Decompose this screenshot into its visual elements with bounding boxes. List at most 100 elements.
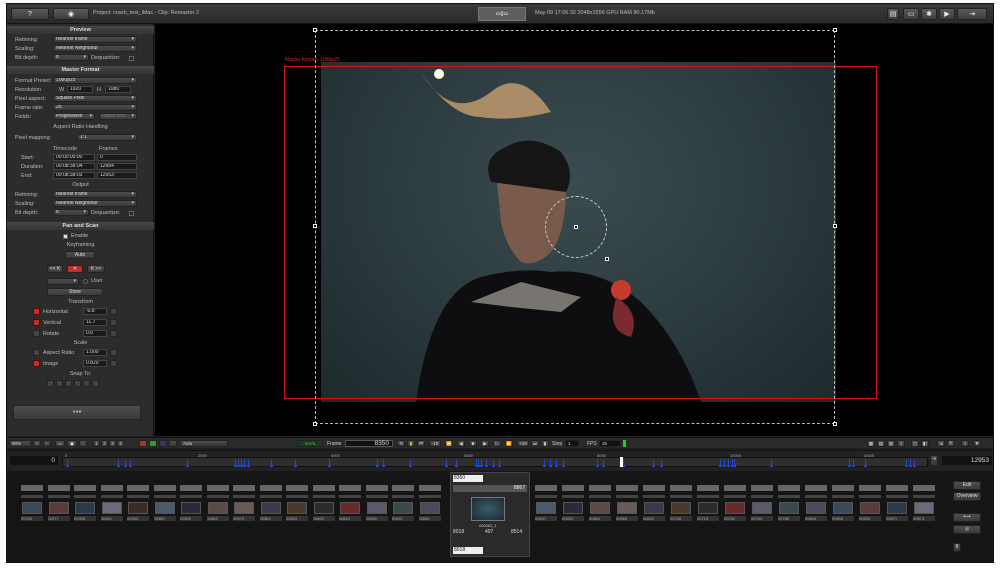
thumbnail[interactable]: 00691 bbox=[643, 485, 665, 521]
red-channel-icon[interactable] bbox=[139, 440, 147, 447]
timeline-end-field[interactable]: 12953 bbox=[941, 455, 993, 466]
thumbnail[interactable]: 00708 bbox=[670, 485, 692, 521]
help-button[interactable]: ? bbox=[11, 8, 49, 20]
fill-icon[interactable]: ▣ bbox=[67, 440, 77, 447]
preview-scaling-select[interactable]: Nearest Neighbour bbox=[53, 45, 137, 52]
output-scaling-select[interactable]: Nearest Neighbour bbox=[53, 200, 137, 207]
thumbnail[interactable]: 00377 bbox=[47, 485, 70, 521]
info-icon[interactable]: ▯ bbox=[897, 440, 905, 447]
step-back-icon[interactable]: ◀ bbox=[457, 440, 465, 447]
format-preset-select[interactable]: 1080p25 bbox=[53, 77, 137, 84]
store-button[interactable]: Store bbox=[47, 288, 103, 296]
playhead[interactable] bbox=[620, 457, 623, 467]
loop-icon[interactable]: ⟲ bbox=[397, 440, 405, 447]
horizontal-reset-icon[interactable] bbox=[110, 308, 117, 315]
preview-bitdepth-select[interactable]: 8 bbox=[53, 54, 89, 61]
thumbnail[interactable]: 00453 bbox=[127, 485, 149, 521]
thumbnail-strip[interactable]: 8350 8867 000082_1 8018 497 8514 8018 Ed… bbox=[7, 471, 993, 562]
clip-in-field[interactable]: 8350 bbox=[453, 475, 483, 482]
page-1-button[interactable]: 1 bbox=[93, 440, 100, 447]
thumbnail[interactable]: 00426 bbox=[100, 485, 123, 521]
rewind-icon[interactable]: ⏪ bbox=[445, 440, 453, 447]
end-frame-field[interactable]: 12953 bbox=[97, 172, 137, 179]
frame-rate-select[interactable]: 25 bbox=[53, 104, 137, 111]
gear-icon[interactable]: ✱ bbox=[921, 8, 937, 20]
go-end-icon[interactable]: ⏭ bbox=[531, 440, 539, 447]
next-keyframe-button[interactable]: K >> bbox=[87, 265, 105, 273]
height-field[interactable]: 1080 bbox=[105, 86, 131, 93]
thumbnail[interactable]: 00786 bbox=[778, 485, 800, 521]
thumbnail[interactable]: 00647 bbox=[535, 485, 557, 521]
thumbnail[interactable]: 00395 bbox=[74, 485, 96, 521]
display-mode-select[interactable]: Auto bbox=[180, 440, 228, 447]
keyframe-mode-select[interactable] bbox=[47, 278, 79, 285]
thumbnail[interactable]: 00764 bbox=[751, 485, 773, 521]
start-timecode-field[interactable]: 00:00:00:00 bbox=[53, 154, 95, 161]
thumbnail[interactable]: 00654 bbox=[562, 485, 584, 521]
zoom-select[interactable]: 80% bbox=[9, 440, 31, 447]
snap-left-icon[interactable] bbox=[74, 380, 81, 387]
rotate-field[interactable]: 0.0 bbox=[83, 330, 107, 337]
frame-handle-ml[interactable] bbox=[313, 224, 317, 228]
thumbnail[interactable]: 00563 bbox=[206, 485, 229, 521]
clip-thumbnail[interactable] bbox=[471, 497, 505, 521]
fps-field[interactable]: 25 bbox=[599, 440, 621, 447]
thumbnail[interactable]: 00666 bbox=[616, 485, 638, 521]
fields-select[interactable]: Progressive bbox=[53, 113, 95, 120]
pause-icon[interactable]: II bbox=[953, 543, 961, 552]
rotate-handle[interactable] bbox=[605, 257, 609, 261]
vertical-field[interactable]: 11.7 bbox=[83, 319, 107, 326]
monitor-icon[interactable]: ▭ bbox=[903, 8, 919, 20]
thumbnail[interactable]: 00655 bbox=[418, 485, 441, 521]
thumbnail[interactable]: 00349 bbox=[21, 485, 43, 521]
aspect-ratio-field[interactable]: 1.000 bbox=[83, 349, 107, 356]
play-window-icon[interactable]: ▶ bbox=[939, 8, 955, 20]
thumbnail[interactable]: 00637 bbox=[392, 485, 414, 521]
zoom-out-icon[interactable]: − bbox=[43, 440, 51, 447]
frame-handle-tl[interactable] bbox=[313, 28, 317, 32]
menu-icon[interactable]: ≡ bbox=[961, 440, 969, 447]
snap-fill-icon[interactable] bbox=[92, 380, 99, 387]
timeline-bar[interactable]: 0 2000 4000 6000 8000 10000 12000 bbox=[62, 453, 928, 467]
output-dequantize-checkbox[interactable] bbox=[129, 211, 134, 216]
fit-icon[interactable]: ▭ bbox=[55, 440, 65, 447]
page-2-button[interactable]: 2 bbox=[101, 440, 108, 447]
duration-timecode-field[interactable]: 00:08:38:04 bbox=[53, 163, 95, 170]
mark-out-icon[interactable]: ▮ bbox=[541, 440, 549, 447]
thumbnail[interactable]: 00806 bbox=[832, 485, 854, 521]
split-icon[interactable]: ▥ bbox=[887, 440, 895, 447]
auto-button[interactable]: Auto bbox=[65, 251, 95, 259]
snap-right-icon[interactable] bbox=[83, 380, 90, 387]
enable-checkbox[interactable] bbox=[63, 234, 68, 239]
center-handle[interactable] bbox=[574, 225, 578, 229]
duration-frame-field[interactable]: 12954 bbox=[97, 163, 137, 170]
play-icon[interactable]: ▶ bbox=[481, 440, 489, 447]
thumbnail[interactable]: 00835 bbox=[859, 485, 881, 521]
panel-icon[interactable]: ▤ bbox=[887, 8, 899, 20]
color-tools-button[interactable]: ●●● bbox=[13, 405, 141, 420]
fast-forward-icon[interactable]: ⏩ bbox=[505, 440, 513, 447]
link-icon[interactable]: ⟷ bbox=[953, 513, 981, 522]
import-icon[interactable]: ⇱ bbox=[947, 440, 955, 447]
blue-channel-icon[interactable] bbox=[159, 440, 167, 447]
aspect-key-icon[interactable] bbox=[33, 349, 40, 356]
set-keyframe-button[interactable]: ✕ bbox=[67, 265, 83, 273]
viewer[interactable]: Master format - 1080p25 bbox=[155, 24, 993, 436]
thumbnail[interactable]: 00489 bbox=[153, 485, 176, 521]
lock-icon[interactable]: ◧ bbox=[921, 440, 929, 447]
width-field[interactable]: 1920 bbox=[67, 86, 93, 93]
image-reset-icon[interactable] bbox=[110, 360, 117, 367]
horizontal-field[interactable]: -0.8 bbox=[83, 308, 107, 315]
aspect-reset-icon[interactable] bbox=[110, 349, 117, 356]
thumbnail[interactable]: 00800 bbox=[805, 485, 827, 521]
timeline-start-field[interactable]: 0 bbox=[9, 455, 59, 466]
timeline-end-button[interactable]: ⇥ bbox=[930, 455, 938, 466]
thumbnail[interactable]: 00570 bbox=[233, 485, 255, 521]
timeline[interactable]: 0 0 2000 4000 6000 8000 10000 12000 ⇥ 12953 bbox=[7, 450, 993, 470]
current-clip-panel[interactable]: 8350 8867 000082_1 8018 497 8514 8018 bbox=[450, 472, 530, 557]
prev-keyframe-button[interactable]: << K bbox=[47, 265, 63, 273]
page-3-button[interactable]: 3 bbox=[109, 440, 116, 447]
frame-handle-bl[interactable] bbox=[313, 422, 317, 426]
alpha-channel-icon[interactable] bbox=[169, 440, 177, 447]
zoom-in-icon[interactable]: + bbox=[33, 440, 41, 447]
